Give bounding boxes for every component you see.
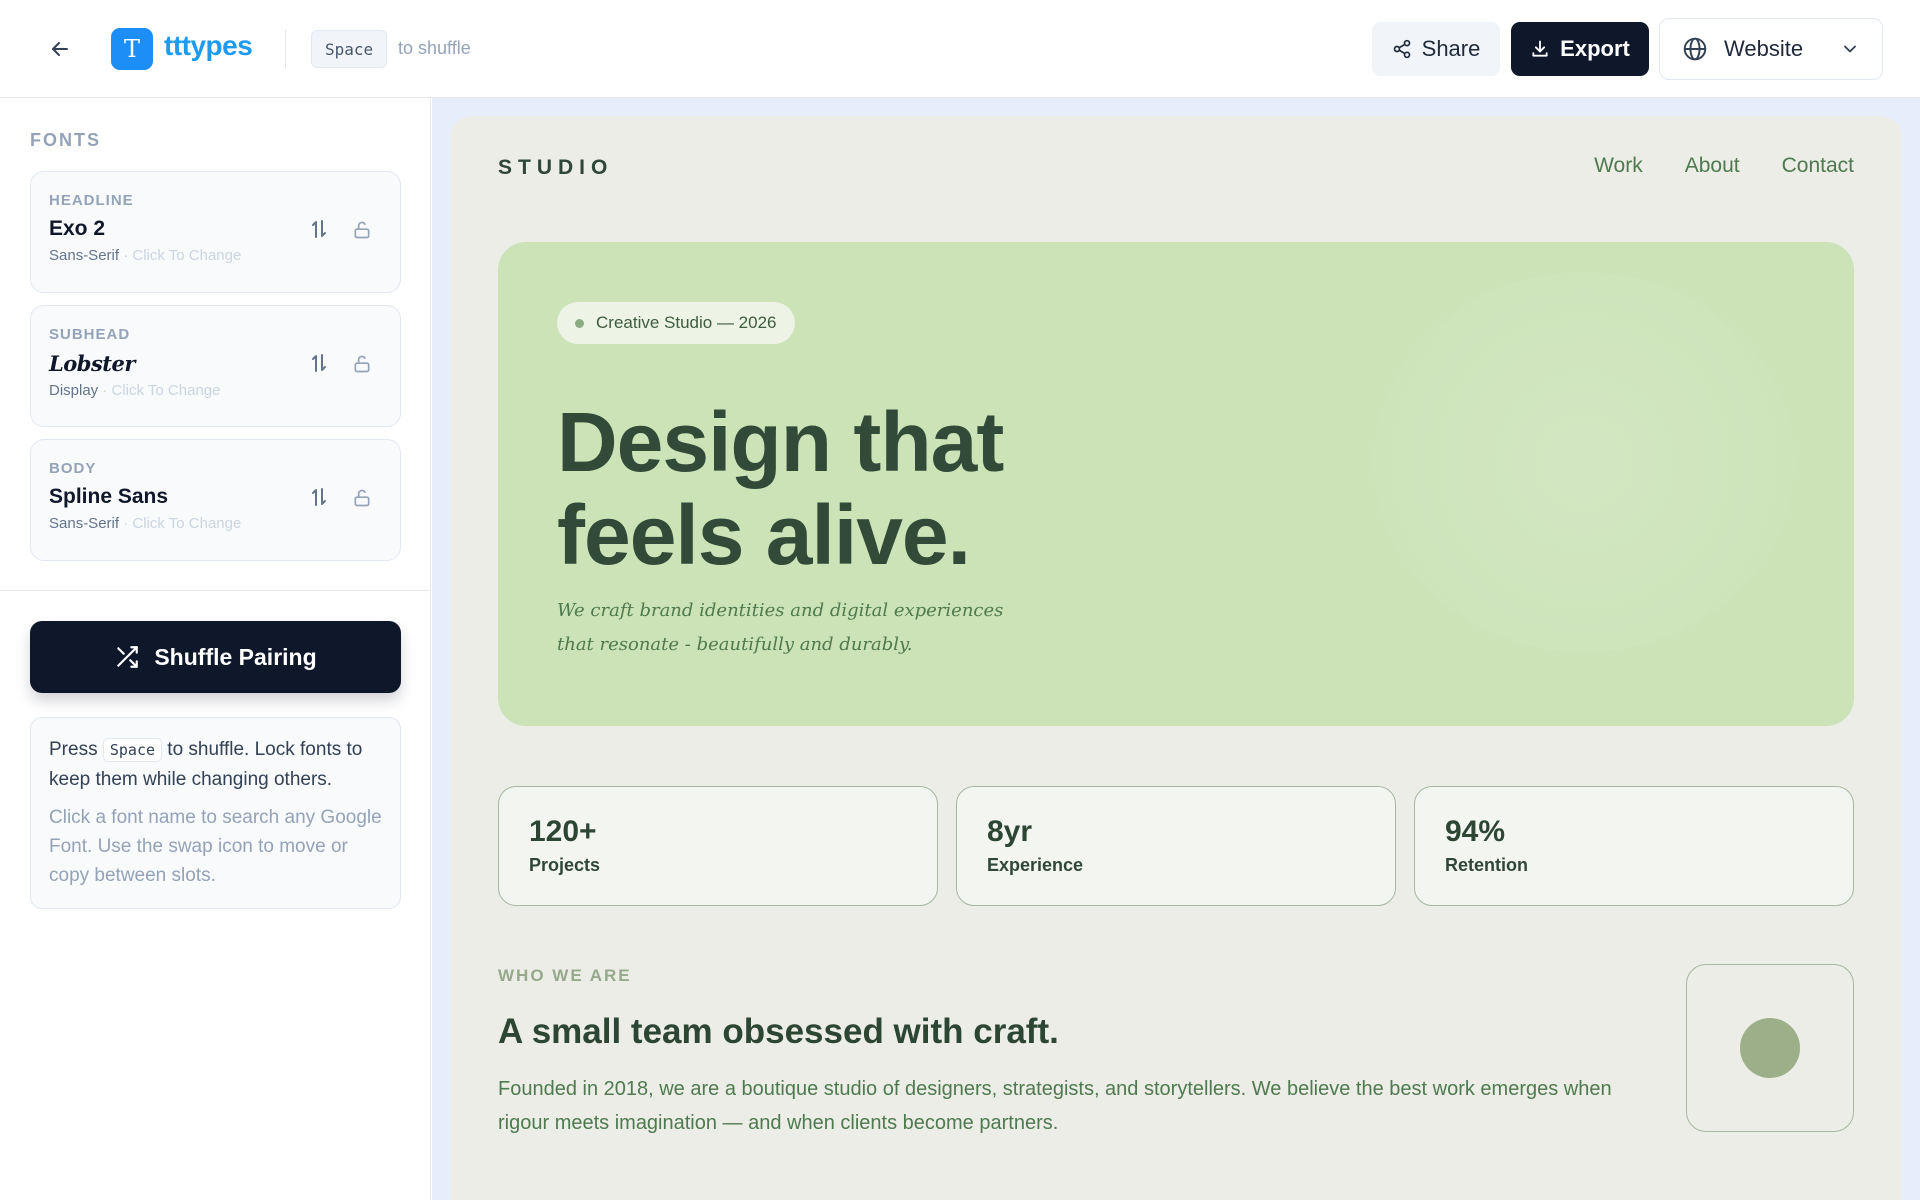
slot-label: HEADLINE (49, 192, 134, 209)
preview-mode-select[interactable]: Website (1659, 18, 1883, 80)
about-text: Founded in 2018, we are a boutique studi… (498, 1078, 1612, 1134)
shortcut-hint: to shuffle (398, 38, 471, 58)
preview-mode-value: Website (1724, 36, 1804, 61)
font-meta: Sans-Serif · Click To Change (49, 515, 382, 532)
preview-area: STUDIO Work About Contact Creative Studi… (432, 98, 1920, 1200)
click-to-change[interactable]: · Click To Change (123, 247, 241, 264)
help-primary-text: Press Space to shuffle. Lock fonts to ke… (49, 735, 382, 795)
help-press: Press (49, 739, 98, 760)
slot-label: BODY (49, 460, 97, 477)
help-secondary-text: Click a font name to search any Google F… (49, 807, 382, 886)
divider (0, 590, 431, 591)
nav-link-about[interactable]: About (1685, 154, 1740, 178)
stat-value: 94% (1445, 815, 1506, 848)
download-icon (1532, 40, 1548, 57)
app-logo[interactable]: T (111, 28, 153, 70)
globe-icon (1683, 37, 1707, 61)
hero-title-line-2: feels alive. (557, 488, 971, 582)
top-bar: T tttypes Space to shuffle Share Export … (0, 0, 1920, 98)
font-card-body[interactable]: BODY Spline Sans Sans-Serif · Click To C… (30, 439, 401, 561)
preview-brand: STUDIO (498, 156, 614, 179)
stat-card-experience: 8yr Experience (956, 786, 1396, 906)
share-button[interactable]: Share (1372, 22, 1500, 76)
stat-value: 8yr (987, 815, 1033, 848)
font-name[interactable]: Spline Sans (49, 485, 382, 509)
unlock-icon[interactable] (352, 354, 372, 379)
font-category: Sans-Serif (49, 247, 120, 264)
shuffle-pairing-button[interactable]: Shuffle Pairing (30, 621, 401, 693)
preview-nav: Work About Contact (1594, 154, 1854, 178)
swap-vertical-icon[interactable] (310, 218, 328, 245)
export-button[interactable]: Export (1511, 22, 1649, 76)
font-category: Sans-Serif (49, 515, 120, 532)
font-card-subhead[interactable]: SUBHEAD Lobster Display · Click To Chang… (30, 305, 401, 427)
hero-badge-text: Creative Studio — 2026 (596, 313, 777, 332)
about-title: A small team obsessed with craft. (498, 1012, 1059, 1051)
hero-badge: Creative Studio — 2026 (557, 302, 795, 344)
stat-label: Experience (987, 855, 1084, 875)
swap-vertical-icon[interactable] (310, 352, 328, 379)
swap-vertical-icon[interactable] (310, 486, 328, 513)
stat-card-projects: 120+ Projects (498, 786, 938, 906)
font-card-headline[interactable]: HEADLINE Exo 2 Sans-Serif · Click To Cha… (30, 171, 401, 293)
shuffle-pairing-label: Shuffle Pairing (154, 643, 317, 670)
hero-subtitle: We craft brand identities and digital ex… (557, 600, 1004, 655)
unlock-icon[interactable] (352, 488, 372, 513)
back-button[interactable] (40, 34, 80, 64)
website-preview: STUDIO Work About Contact Creative Studi… (450, 116, 1902, 1200)
hero-glow (1374, 272, 1794, 652)
nav-link-contact[interactable]: Contact (1782, 154, 1854, 178)
avatar-card (1686, 964, 1854, 1132)
shortcut-key: Space (102, 738, 163, 762)
share-icon (1393, 39, 1410, 59)
font-category: Display (49, 382, 99, 399)
chevron-down-icon (1840, 39, 1860, 59)
badge-dot (575, 318, 584, 328)
export-label: Export (1560, 36, 1630, 61)
hero-title-line-1: Design that (557, 395, 1004, 489)
help-card: Press Space to shuffle. Lock fonts to ke… (30, 717, 401, 909)
font-meta: Display · Click To Change (49, 382, 382, 399)
nav-link-work[interactable]: Work (1594, 154, 1643, 178)
font-name[interactable]: Lobster (49, 351, 382, 376)
stat-card-retention: 94% Retention (1414, 786, 1854, 906)
hero-section: Creative Studio — 2026 Design that feels… (498, 242, 1854, 726)
slot-label: SUBHEAD (49, 326, 131, 343)
app-name[interactable]: tttypes (164, 30, 253, 62)
click-to-change[interactable]: · Click To Change (102, 382, 220, 399)
share-label: Share (1421, 36, 1481, 61)
stat-value: 120+ (529, 815, 597, 848)
font-name[interactable]: Exo 2 (49, 217, 382, 241)
sidebar: FONTS HEADLINE Exo 2 Sans-Serif · Click … (0, 98, 431, 1200)
hero-title: Design that feels alive. (557, 395, 1004, 582)
divider (285, 30, 286, 68)
arrow-left-icon (52, 42, 68, 56)
shuffle-icon (117, 646, 139, 668)
unlock-icon[interactable] (352, 220, 372, 245)
avatar (1740, 1018, 1800, 1078)
shortcut-key: Space (311, 30, 388, 68)
stat-label: Projects (529, 855, 601, 875)
fonts-heading: FONTS (30, 130, 101, 150)
stat-label: Retention (1445, 855, 1528, 875)
about-label: WHO WE ARE (498, 966, 632, 985)
click-to-change[interactable]: · Click To Change (123, 515, 241, 532)
font-meta: Sans-Serif · Click To Change (49, 247, 382, 264)
